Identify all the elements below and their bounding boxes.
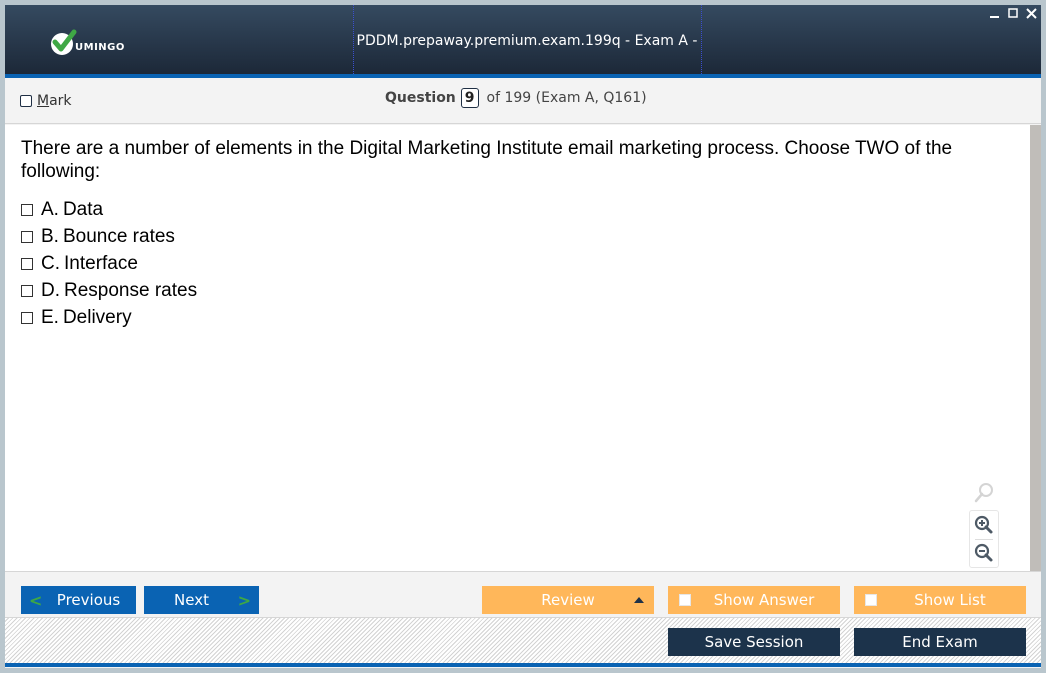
option-text: Interface	[64, 252, 138, 274]
search-icon	[974, 483, 993, 503]
option-text: Response rates	[64, 279, 198, 301]
show-list-button[interactable]: Show List	[854, 586, 1026, 614]
option-letter: C.	[41, 252, 60, 274]
answer-options: A. Data B. Bounce rates C. Interface D. …	[21, 196, 197, 331]
option-letter: D.	[41, 279, 60, 301]
ete-player-window: UMINGO PDDM.prepaway.premium.exam.199q -…	[5, 5, 1041, 668]
zoom-out-icon	[974, 544, 993, 562]
zoom-in-button[interactable]	[970, 511, 998, 539]
previous-button[interactable]: < Previous	[21, 586, 136, 614]
mark-checkbox[interactable]: Mark	[20, 93, 72, 109]
question-content: There are a number of elements in the Di…	[5, 125, 1030, 571]
chevron-right-icon: >	[237, 591, 251, 610]
option-text: Bounce rates	[62, 225, 175, 247]
chevron-left-icon: <	[29, 591, 43, 610]
checkbox-icon[interactable]	[21, 257, 33, 270]
checkbox-icon[interactable]	[21, 284, 33, 297]
review-button[interactable]: Review	[482, 586, 654, 614]
mark-label: Mark	[37, 93, 72, 109]
option-e[interactable]: E. Delivery	[21, 304, 197, 331]
checkmark-logo-icon	[49, 27, 79, 57]
minimize-icon	[990, 16, 999, 18]
checkbox-icon	[865, 594, 877, 606]
window-title: PDDM.prepaway.premium.exam.199q - Exam A…	[356, 33, 698, 121]
option-text: Data	[62, 198, 104, 220]
mark-label-accesskey: M	[37, 93, 50, 109]
next-button[interactable]: Next >	[144, 586, 259, 614]
checkbox-icon[interactable]	[21, 230, 33, 243]
zoom-controls	[969, 510, 999, 568]
close-button[interactable]	[1025, 7, 1037, 19]
checkbox-icon[interactable]	[21, 311, 33, 324]
zoom-out-button[interactable]	[970, 540, 998, 568]
question-text: There are a number of elements in the Di…	[21, 138, 953, 182]
navigation-bar: < Previous Next > Review Show Answer Sho…	[5, 571, 1041, 617]
option-c[interactable]: C. Interface	[21, 250, 197, 277]
option-text: Delivery	[62, 306, 132, 328]
option-b[interactable]: B. Bounce rates	[21, 223, 197, 250]
zoom-in-icon	[974, 515, 993, 534]
maximize-button[interactable]	[1007, 7, 1019, 19]
question-header: Mark Question 9 of 199 (Exam A, Q161)	[5, 78, 1041, 124]
end-exam-label: End Exam	[902, 633, 978, 651]
title-separator	[701, 5, 702, 74]
footer-bar: Save Session End Exam	[5, 617, 1041, 663]
mark-label-rest: ark	[49, 93, 72, 109]
show-answer-button[interactable]: Show Answer	[668, 586, 840, 614]
question-number-input[interactable]: 9	[460, 88, 479, 108]
vertical-scrollbar[interactable]	[1030, 125, 1041, 571]
option-letter: A.	[41, 198, 59, 220]
maximize-icon	[1008, 8, 1018, 18]
footer-accent-bar	[5, 663, 1041, 667]
question-total: of 199 (Exam A, Q161)	[486, 90, 647, 106]
question-counter: Question 9 of 199 (Exam A, Q161)	[385, 88, 647, 108]
end-exam-button[interactable]: End Exam	[854, 628, 1026, 656]
show-list-label: Show List	[914, 591, 986, 609]
search-button[interactable]	[969, 480, 999, 506]
caret-up-icon	[634, 597, 644, 603]
save-session-label: Save Session	[704, 633, 804, 651]
option-letter: E.	[41, 306, 59, 328]
checkbox-icon[interactable]	[21, 203, 33, 216]
review-label: Review	[541, 591, 595, 609]
checkbox-icon	[20, 95, 32, 107]
logo-text: UMINGO	[75, 42, 125, 53]
window-controls	[989, 7, 1037, 19]
next-label: Next	[174, 591, 209, 609]
minimize-button[interactable]	[989, 7, 1001, 19]
save-session-button[interactable]: Save Session	[668, 628, 840, 656]
vumingo-logo: UMINGO	[49, 27, 125, 57]
previous-label: Previous	[56, 591, 121, 609]
title-bar: UMINGO PDDM.prepaway.premium.exam.199q -…	[5, 5, 1041, 121]
close-icon	[1025, 7, 1037, 19]
show-answer-label: Show Answer	[713, 591, 815, 609]
question-word: Question	[385, 90, 456, 106]
option-letter: B.	[41, 225, 59, 247]
checkbox-icon	[679, 594, 691, 606]
zoom-tools	[969, 480, 999, 568]
option-a[interactable]: A. Data	[21, 196, 197, 223]
option-d[interactable]: D. Response rates	[21, 277, 197, 304]
